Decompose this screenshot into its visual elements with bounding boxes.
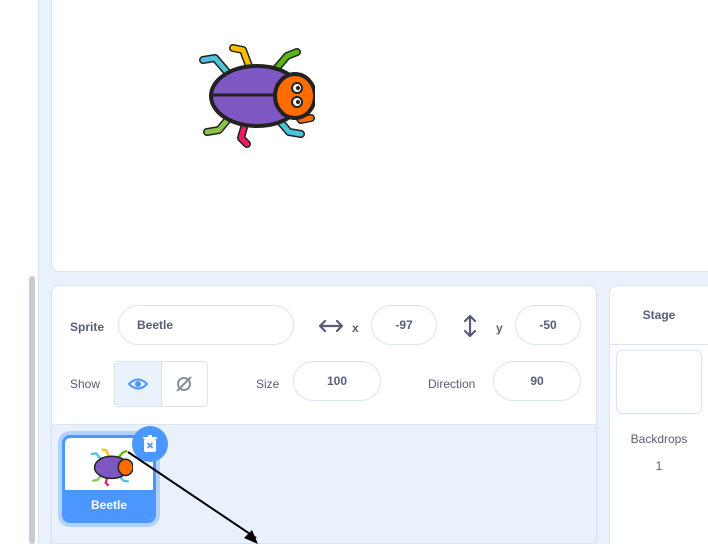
size-label: Size <box>256 377 280 391</box>
show-hidden-button[interactable] <box>160 362 208 406</box>
direction-input[interactable]: 90 <box>493 361 581 401</box>
show-toggle-group <box>114 361 208 407</box>
backdrops-count: 1 <box>655 459 663 473</box>
backdrops-label: Backdrops <box>630 432 688 446</box>
trash-icon <box>143 435 157 452</box>
sprite-info-panel: Sprite Beetle x -97 y -50 Show Size 100 … <box>51 285 597 425</box>
horizontal-arrows-icon <box>318 319 344 333</box>
y-label: y <box>496 321 503 335</box>
x-label: x <box>352 321 359 335</box>
sprite-tile-name: Beetle <box>65 490 153 520</box>
stage-canvas[interactable] <box>51 0 708 272</box>
beetle-sprite-icon[interactable] <box>185 40 315 150</box>
x-position-input[interactable]: -97 <box>371 305 437 345</box>
stage-thumbnail[interactable] <box>616 350 702 414</box>
size-input[interactable]: 100 <box>293 361 381 401</box>
sprite-label: Sprite <box>70 320 105 334</box>
direction-label: Direction <box>428 377 476 391</box>
y-position-input[interactable]: -50 <box>515 305 581 345</box>
vertical-arrows-icon <box>463 314 477 338</box>
beetle-thumbnail-icon <box>90 448 133 487</box>
scrollbar[interactable] <box>29 276 35 544</box>
show-visible-button[interactable] <box>115 362 161 406</box>
stage-selector-panel[interactable]: Stage Backdrops 1 <box>609 285 708 544</box>
sprite-name-input[interactable]: Beetle <box>118 305 294 345</box>
stage-title: Stage <box>610 286 708 345</box>
delete-sprite-button[interactable] <box>132 426 168 462</box>
left-panel-strip <box>0 0 38 544</box>
eye-slash-icon <box>176 376 192 392</box>
show-label: Show <box>70 377 101 391</box>
divider <box>38 0 39 544</box>
eye-icon <box>127 378 148 390</box>
